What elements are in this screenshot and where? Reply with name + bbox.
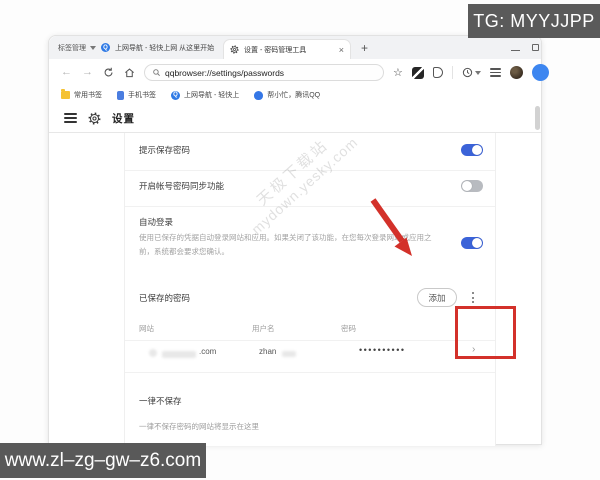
sync-toggle[interactable] [461,180,483,192]
feedback-icon[interactable] [432,67,443,78]
redacted-username [282,351,296,357]
screenshot-canvas: TG: MYYJJPP www.zl–zg–gw–z6.com 标签管理 Q 上… [0,0,600,480]
never-save-hint: 一律不保存密码的网站将显示在这里 [139,422,259,431]
auto-login-title: 自动登录 [139,217,174,227]
tab-manager-button[interactable]: 标签管理 [58,36,96,59]
redacted-domain [162,351,196,358]
close-tab-icon[interactable]: × [339,45,344,55]
more-options-icon[interactable] [472,292,474,303]
tab-settings-passwords[interactable]: 设置 - 密码管理工具 × [223,39,351,59]
bookmark-navigation[interactable]: Q 上网导航 - 轻快上 [171,90,239,100]
back-icon[interactable]: ← [61,67,72,78]
sidebar-toggle-icon[interactable] [531,64,549,81]
bookmark-label: 常用书签 [74,92,102,99]
qqbrowser-nav-icon: Q [171,90,180,100]
never-save-title: 一律不保存 [139,396,182,406]
column-header-website: 网站 [139,324,154,333]
column-header-password: 密码 [341,324,356,333]
extension-icon[interactable] [411,66,424,79]
tg-contact-label: TG: MYYJJPP [468,4,600,38]
bookmark-label: 帮小忙，腾讯QQ [267,92,321,99]
divider [125,170,495,171]
home-icon[interactable] [124,67,135,78]
profile-avatar[interactable] [509,66,523,79]
auto-login-toggle[interactable] [461,237,483,249]
bookmarks-bar: 常用书签 手机书签 Q 上网导航 - 轻快上 帮小忙，腾讯QQ [49,86,541,104]
tab-label: 上网导航 - 轻快上网 从这里开始 [115,44,215,52]
bookmark-folder-mobile[interactable]: 手机书签 [117,90,156,100]
site-favicon [149,349,157,357]
reload-icon[interactable] [103,67,114,78]
search-icon [153,69,160,76]
gear-icon [88,112,101,124]
watermark-site-label: www.zl–zg–gw–z6.com [0,443,206,478]
clock-icon [462,67,473,78]
phone-icon [117,90,124,100]
history-menu-button[interactable] [462,67,481,78]
tab-navigation-home[interactable]: Q 上网导航 - 轻快上网 从这里开始 [95,36,221,59]
bookmark-folder-common[interactable]: 常用书签 [61,89,102,100]
bookmark-label: 上网导航 - 轻快上 [184,92,240,99]
divider [125,340,495,341]
bookmark-tencent-qq[interactable]: 帮小忙，腾讯QQ [254,90,320,100]
title-bar: 标签管理 Q 上网导航 - 轻快上网 从这里开始 设置 - 密码管理工具 × + [49,36,541,59]
qqbrowser-nav-icon: Q [101,43,110,52]
scrollbar-thumb[interactable] [535,106,540,130]
toggle-knob [462,181,472,191]
url-text: qqbrowser://settings/passwords [165,67,285,78]
toggle-knob [472,238,482,248]
add-password-button[interactable]: 添加 [417,288,457,307]
tab-label: 设置 - 密码管理工具 [244,46,307,54]
username-cell: zhan [259,347,277,356]
toggle-knob [472,145,482,155]
column-header-username: 用户名 [252,324,275,333]
save-prompt-toggle[interactable] [461,144,483,156]
password-settings-panel: 提示保存密码 开启帐号密码同步功能 自动登录 使用已保存的凭据自动登录网站和应用… [124,133,496,446]
folder-icon [61,89,70,99]
saved-passwords-title: 已保存的密码 [139,293,191,303]
new-tab-button[interactable]: + [361,36,368,59]
divider [451,66,453,79]
address-bar-actions: ☆ [393,59,549,86]
annotation-arrow-icon [370,198,412,256]
minimize-button[interactable] [511,50,520,51]
settings-page-header: 设置 [49,104,541,133]
divider [125,372,495,373]
bookmark-label: 手机书签 [128,92,156,99]
save-prompt-label: 提示保存密码 [139,145,191,155]
gear-icon [230,45,239,54]
annotation-red-box [455,306,516,359]
bookmark-star-icon[interactable]: ☆ [393,66,403,79]
website-cell: .com [199,347,217,356]
qq-icon [254,90,264,100]
browser-window: 标签管理 Q 上网导航 - 轻快上网 从这里开始 设置 - 密码管理工具 × +… [48,35,549,446]
page-title: 设置 [112,112,135,125]
settings-menu-icon[interactable] [64,113,77,123]
url-field[interactable]: qqbrowser://settings/passwords [144,64,384,81]
tab-manager-label: 标签管理 [58,44,86,52]
chevron-down-icon [474,70,481,75]
divider [125,206,495,207]
password-mask: •••••••••• [359,345,406,355]
menu-icon[interactable] [489,68,501,77]
sync-label: 开启帐号密码同步功能 [139,181,225,191]
forward-icon[interactable]: → [82,67,93,78]
maximize-button[interactable] [532,44,539,51]
